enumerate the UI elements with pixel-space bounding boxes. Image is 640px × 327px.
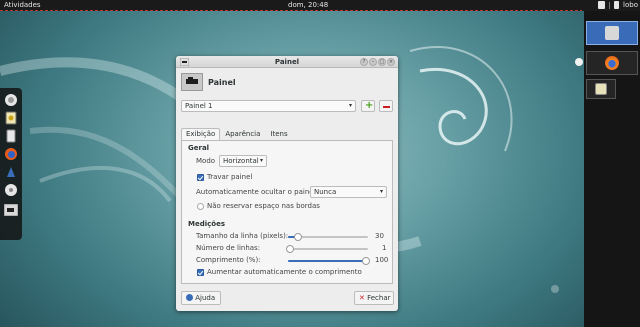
autogrow-checkbox[interactable]: [197, 269, 204, 276]
rows-slider[interactable]: [286, 245, 368, 253]
files-icon: [6, 129, 16, 143]
length-label: Comprimento (%):: [196, 256, 261, 264]
tab-exibicao[interactable]: Exibição: [181, 128, 221, 140]
add-panel-button[interactable]: +: [361, 100, 375, 112]
panel-app-icon: [605, 26, 619, 40]
close-button[interactable]: ✕ Fechar: [354, 291, 394, 305]
software-icon: [5, 94, 17, 106]
system-tray[interactable]: lobo: [598, 1, 638, 9]
lock-panel-checkbox[interactable]: [197, 174, 204, 181]
firefox-icon: [5, 148, 17, 160]
length-slider-fill: [288, 260, 368, 262]
clock[interactable]: dom, 20:48: [288, 1, 328, 9]
mode-label: Modo: [196, 157, 216, 165]
software-center-icon: [7, 167, 15, 177]
plus-icon: +: [365, 100, 374, 111]
remove-panel-button[interactable]: [379, 100, 393, 112]
dialog-titlebar[interactable]: Painel ? – □ ×: [176, 56, 398, 68]
workspace-2[interactable]: [586, 51, 638, 75]
panel-header-icon: [181, 73, 203, 91]
rows-value: 1: [382, 244, 387, 252]
battery-icon[interactable]: [614, 1, 620, 9]
dash: [0, 88, 22, 240]
close-icon[interactable]: ×: [387, 58, 395, 66]
panel-selector-value: Painel 1: [185, 102, 213, 110]
row-size-slider-knob[interactable]: [294, 233, 302, 241]
reserve-space-checkbox[interactable]: [197, 203, 204, 210]
chevron-down-icon: ▾: [259, 157, 263, 164]
panel-header-title: Painel: [208, 78, 236, 87]
help-button-label: Ajuda: [195, 294, 216, 302]
mode-select[interactable]: Horizontal ▾: [219, 155, 267, 167]
topbar-red-dotted-line: [0, 10, 582, 11]
dash-item-firefox[interactable]: [3, 146, 19, 162]
reserve-space-label: Não reservar espaço nas bordas: [207, 202, 320, 210]
maximize-icon[interactable]: □: [378, 58, 386, 66]
close-button-label: Fechar: [367, 294, 391, 302]
row-size-value: 30: [375, 232, 384, 240]
dash-item-files[interactable]: [3, 128, 19, 144]
user-menu[interactable]: lobo: [623, 1, 638, 9]
minus-icon: [383, 106, 390, 108]
archive-icon: [5, 111, 17, 125]
settings-icon: [5, 184, 17, 196]
dash-item-panel[interactable]: [3, 202, 19, 218]
length-value: 100: [375, 256, 389, 264]
workspace-3[interactable]: [586, 79, 616, 99]
length-slider-knob[interactable]: [362, 257, 370, 265]
tab-aparencia[interactable]: Aparência: [220, 128, 265, 140]
tray-app-icon[interactable]: [598, 1, 606, 9]
workspace-1[interactable]: [586, 21, 638, 45]
panel-preferences-dialog: Painel ? – □ × Painel Painel 1 ▾ + Exibi…: [176, 56, 398, 311]
workspace-switcher: [584, 11, 640, 327]
length-slider[interactable]: [288, 257, 370, 265]
panel-icon: [4, 204, 18, 216]
close-x-icon: ✕: [359, 294, 365, 302]
minimize-icon[interactable]: –: [369, 58, 377, 66]
autohide-label: Automaticamente ocultar o painel:: [196, 188, 318, 196]
tray-separator: [609, 1, 611, 9]
section-medicoes-heading: Medições: [188, 220, 225, 228]
chevron-down-icon: ▾: [379, 188, 383, 195]
rows-slider-knob[interactable]: [286, 245, 294, 253]
tab-itens[interactable]: Itens: [265, 128, 292, 140]
autohide-select-value: Nunca: [314, 188, 337, 196]
row-size-slider[interactable]: [288, 233, 368, 241]
help-button[interactable]: Ajuda: [181, 291, 221, 305]
archive-app-icon: [595, 83, 607, 95]
tab-content: Geral Modo Horizontal ▾ Travar painel Au…: [181, 140, 393, 284]
section-geral-heading: Geral: [188, 144, 210, 152]
window-buttons: ? – □ ×: [360, 58, 395, 66]
panel-selector[interactable]: Painel 1 ▾: [181, 100, 356, 112]
dash-item-software[interactable]: [3, 92, 19, 108]
autogrow-label: Aumentar automaticamente o comprimento: [207, 268, 362, 276]
lock-panel-label: Travar painel: [207, 173, 253, 181]
firefox-icon: [605, 56, 619, 70]
dash-item-settings[interactable]: [3, 182, 19, 198]
top-bar: Atividades dom, 20:48 lobo: [0, 0, 640, 11]
workspace-indicator-dot: [575, 58, 583, 66]
tab-bar: Exibição Aparência Itens: [181, 128, 293, 140]
help-window-icon[interactable]: ?: [360, 58, 368, 66]
activities-button[interactable]: Atividades: [4, 1, 41, 9]
row-size-label: Tamanho da linha (pixels):: [196, 232, 289, 240]
dash-item-software-center[interactable]: [3, 164, 19, 180]
dash-item-archive[interactable]: [3, 110, 19, 126]
chevron-down-icon: ▾: [348, 102, 352, 109]
rows-label: Número de linhas:: [196, 244, 261, 252]
autohide-select[interactable]: Nunca ▾: [310, 186, 387, 198]
mode-select-value: Horizontal: [223, 157, 259, 165]
help-icon: [186, 294, 193, 301]
